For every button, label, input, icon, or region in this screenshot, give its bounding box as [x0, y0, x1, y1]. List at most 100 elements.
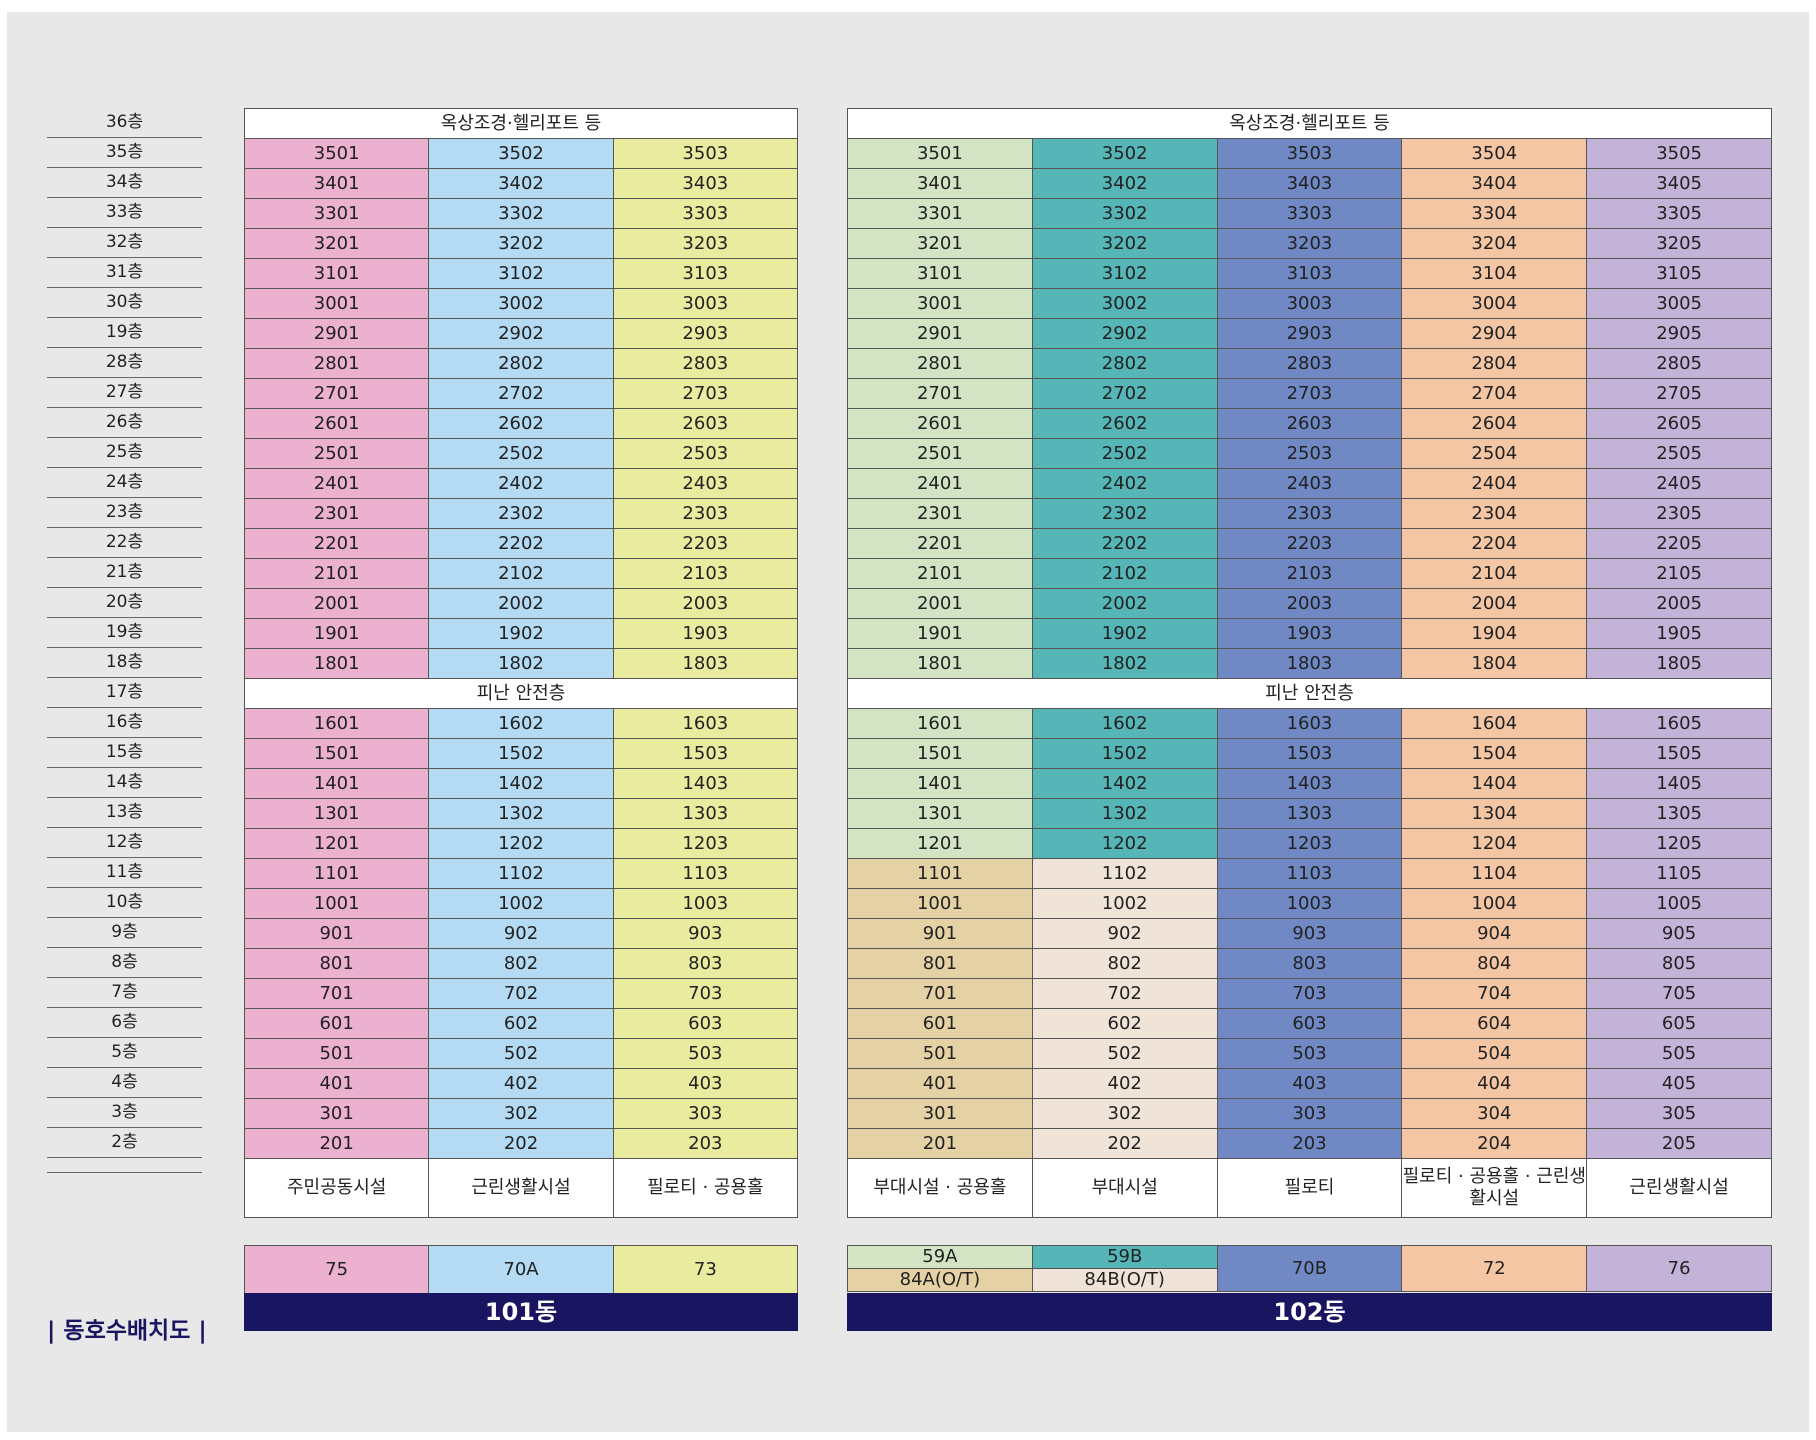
unit-cell: 1602: [1031, 708, 1218, 739]
floor-row: 1101 1102 1103: [243, 858, 799, 889]
building-101-type-legend: 75 70A 73: [243, 1245, 799, 1294]
unit-cell: 1805: [1586, 648, 1772, 679]
unit-cell: 3503: [1216, 138, 1403, 169]
unit-cell: 3304: [1401, 198, 1588, 229]
unit-cell: 1002: [1031, 888, 1218, 919]
unit-cell: 1301: [847, 798, 1033, 829]
floor-row: 3401 3402 3403 3404 3405: [847, 168, 1772, 199]
unit-cell: 2705: [1586, 378, 1772, 409]
unit-cell: 1101: [847, 858, 1033, 889]
unit-cell: 3401: [243, 168, 430, 199]
floor-label: 16층: [47, 708, 202, 738]
floor-label: 25층: [47, 438, 202, 468]
building-101-name: 101동: [484, 1298, 558, 1326]
floor-label: 35층: [47, 138, 202, 168]
floor-label: 2층: [47, 1128, 202, 1158]
unit-cell: 1201: [847, 828, 1033, 859]
unit-cell: 3003: [612, 288, 799, 319]
unit-cell: 201: [847, 1128, 1033, 1159]
unit-cell: 802: [1031, 948, 1218, 979]
unit-cell: 2104: [1401, 558, 1588, 589]
floor-row: 2001 2002 2003 2004 2005: [847, 588, 1772, 619]
unit-cell: 3004: [1401, 288, 1588, 319]
floor-row: 1501 1502 1503: [243, 738, 799, 769]
unit-cell: 202: [428, 1128, 614, 1159]
unit-cell: 3104: [1401, 258, 1588, 289]
unit-cell: 3303: [1216, 198, 1403, 229]
unit-cell: 2201: [847, 528, 1033, 559]
unit-type-legend-cell: 84B(O/T): [1031, 1268, 1218, 1292]
floor-row: 3301 3302 3303: [243, 198, 799, 229]
floor-row: 1401 1402 1403 1404 1405: [847, 768, 1772, 799]
floor-row: 301 302 303 304 305: [847, 1098, 1772, 1129]
unit-cell: 302: [428, 1098, 614, 1129]
unit-cell: 2701: [847, 378, 1033, 409]
unit-cell: 1804: [1401, 648, 1588, 679]
unit-cell: 704: [1401, 978, 1588, 1009]
floor-row: 2501 2502 2503: [243, 438, 799, 469]
unit-cell: 1101: [243, 858, 430, 889]
unit-cell: 1603: [1216, 708, 1403, 739]
floor-row: 1601 1602 1603 1604 1605: [847, 708, 1772, 739]
building-102-name-bar: 102동: [847, 1293, 1772, 1331]
floor-label: 24층: [47, 468, 202, 498]
unit-cell: 1801: [847, 648, 1033, 679]
floor-label: 27층: [47, 378, 202, 408]
floor-row: 201 202 203: [243, 1128, 799, 1159]
unit-cell: 3402: [428, 168, 614, 199]
unit-cell: 2904: [1401, 318, 1588, 349]
unit-cell: 1203: [1216, 828, 1403, 859]
unit-cell: 2201: [243, 528, 430, 559]
floor-label: 4층: [47, 1068, 202, 1098]
unit-cell: 203: [612, 1128, 799, 1159]
floor-row: 3101 3102 3103 3104 3105: [847, 258, 1772, 289]
unit-cell: 1202: [1031, 828, 1218, 859]
unit-cell: 1903: [1216, 618, 1403, 649]
unit-cell: 1503: [1216, 738, 1403, 769]
unit-cell: 805: [1586, 948, 1772, 979]
unit-cell: 2704: [1401, 378, 1588, 409]
document-title: | 동호수배치도 |: [47, 1318, 207, 1344]
unit-cell: 1505: [1586, 738, 1772, 769]
unit-cell: 3105: [1586, 258, 1772, 289]
floor-label: 26층: [47, 408, 202, 438]
unit-cell: 3003: [1216, 288, 1403, 319]
floor-row: 3201 3202 3203 3204 3205: [847, 228, 1772, 259]
unit-cell: 2501: [847, 438, 1033, 469]
unit-cell: 1001: [243, 888, 430, 919]
unit-cell: 2503: [1216, 438, 1403, 469]
unit-cell: 3205: [1586, 228, 1772, 259]
unit-cell: 2002: [428, 588, 614, 619]
floor-row: 3001 3002 3003 3004 3005: [847, 288, 1772, 319]
unit-type-legend-cell: 76: [1586, 1245, 1772, 1292]
unit-cell: 1404: [1401, 768, 1588, 799]
unit-cell: 1502: [428, 738, 614, 769]
unit-cell: 3101: [847, 258, 1033, 289]
unit-cell: 1604: [1401, 708, 1588, 739]
unit-cell: 2601: [847, 408, 1033, 439]
floor-row: 3101 3102 3103: [243, 258, 799, 289]
floor-row: 2301 2302 2303 2304 2305: [847, 498, 1772, 529]
floor-row: 2901 2902 2903 2904 2905: [847, 318, 1772, 349]
unit-type-legend-cell: 73: [612, 1245, 799, 1294]
ground-usage-cell: 필로티 · 공용홀: [612, 1158, 799, 1218]
unit-cell: 2802: [428, 348, 614, 379]
unit-cell: 702: [1031, 978, 1218, 1009]
unit-cell: 1401: [847, 768, 1033, 799]
unit-cell: 2002: [1031, 588, 1218, 619]
unit-cell: 1401: [243, 768, 430, 799]
floor-row: 701 702 703: [243, 978, 799, 1009]
unit-cell: 2703: [612, 378, 799, 409]
unit-cell: 3305: [1586, 198, 1772, 229]
unit-cell: 2203: [1216, 528, 1403, 559]
unit-cell: 602: [1031, 1008, 1218, 1039]
unit-cell: 3403: [612, 168, 799, 199]
unit-cell: 601: [847, 1008, 1033, 1039]
unit-cell: 3102: [428, 258, 614, 289]
refuge-floor-label-cell: 피난 안전층: [244, 678, 798, 709]
floor-row: 1001 1002 1003 1004 1005: [847, 888, 1772, 919]
unit-cell: 2601: [243, 408, 430, 439]
floor-label: 9층: [47, 918, 202, 948]
unit-cell: 1103: [612, 858, 799, 889]
unit-cell: 2402: [1031, 468, 1218, 499]
